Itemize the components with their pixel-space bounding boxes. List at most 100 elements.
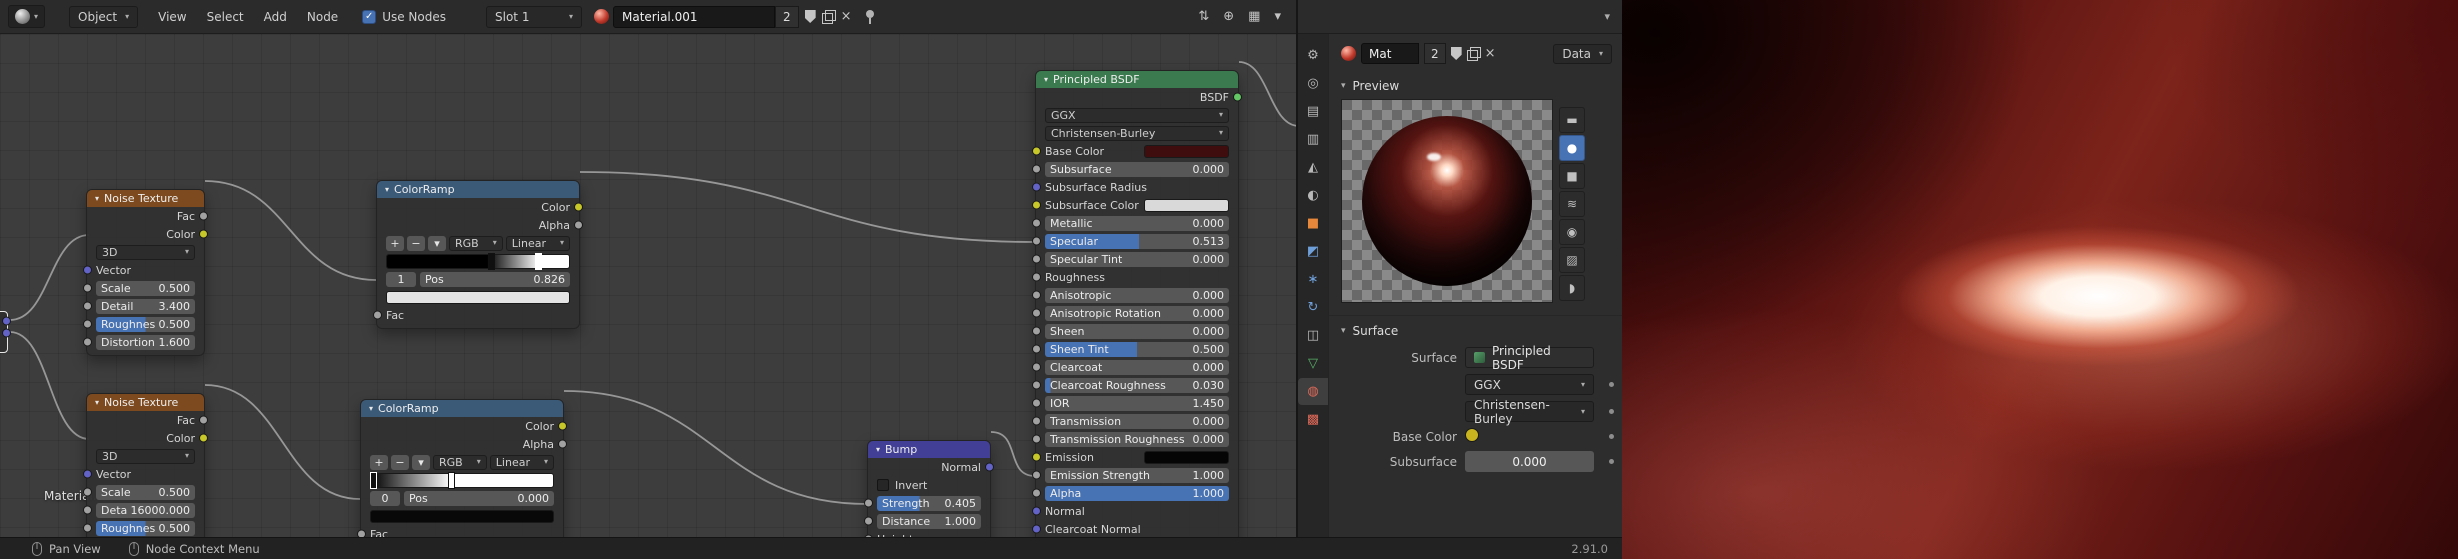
socket[interactable] [1032,344,1041,354]
node-canvas[interactable]: Material.001 ▾ Noise Texture Fac Color 3D ▾ Ve… [0,34,1296,537]
value-slider[interactable]: Sheen 0.000 [1045,323,1229,339]
socket[interactable] [1032,380,1041,390]
socket[interactable] [1032,164,1041,174]
number-field[interactable]: Detail16000.000 [96,502,195,518]
users-count-badge[interactable]: 2 [775,5,799,28]
node-header[interactable]: ▾ ColorRamp [361,400,563,417]
socket[interactable] [1032,470,1041,480]
unlink-button[interactable]: × [841,9,852,24]
number-field[interactable]: Distortion 1.600 [96,334,195,350]
menu-add[interactable]: Add [254,6,297,28]
animate-dot[interactable] [1608,382,1614,387]
number-field[interactable]: Emission Strength 1.000 [1045,467,1229,483]
socket[interactable] [199,211,208,221]
socket[interactable] [558,421,567,431]
surface-shader-button[interactable]: Principled BSDF [1465,344,1594,372]
socket[interactable] [1032,254,1041,264]
material-icon[interactable] [1341,46,1356,61]
socket[interactable] [558,439,567,449]
ramp-handle[interactable] [535,252,543,270]
checkbox[interactable] [877,479,889,491]
node-header[interactable]: ▾ Noise Texture [87,190,204,207]
tab-output[interactable]: ▤ [1298,98,1328,125]
tab-view-layer[interactable]: ▥ [1298,126,1328,153]
tab-physics[interactable]: ↻ [1298,294,1328,321]
interpolation-dropdown[interactable]: Linear ▾ [489,454,554,470]
material-name-field[interactable]: Mat [1361,43,1419,64]
socket[interactable] [83,505,92,515]
socket[interactable] [1032,290,1041,300]
animate-dot[interactable] [1608,409,1614,414]
tab-render[interactable]: ◎ [1298,70,1328,97]
socket[interactable] [1032,416,1041,426]
remove-stop-button[interactable]: − [391,454,409,470]
node-header[interactable]: ▾ Bump [868,441,990,458]
socket[interactable] [199,229,208,239]
socket[interactable] [1032,524,1041,534]
socket[interactable] [574,202,583,212]
node-colorramp[interactable]: ▾ ColorRamp Color Alpha + − ▾ RGB ▾ Linear ▾ 0 Pos 0.… [357,399,567,537]
preview-fluid-button[interactable]: ◗ [1559,275,1585,301]
node-header[interactable]: ▾ Noise Texture [87,394,204,411]
menu-node[interactable]: Node [297,6,348,28]
ramp-handle[interactable] [487,252,495,270]
value-slider[interactable]: Alpha 1.000 [1045,485,1229,501]
value-slider[interactable]: Sheen Tint 0.500 [1045,341,1229,357]
dropdown[interactable]: 3D ▾ [96,448,195,464]
header-chevron-icon[interactable]: ▾ [1267,10,1288,23]
tab-modifiers[interactable]: ◩ [1298,238,1328,265]
menu-view[interactable]: View [148,6,196,28]
socket[interactable] [1032,200,1041,210]
number-field[interactable]: Scale 0.500 [96,280,195,296]
socket[interactable] [1032,182,1041,192]
value-slider[interactable]: Specular 0.513 [1045,233,1229,249]
index-field[interactable]: 1 [386,271,416,287]
color-swatch[interactable] [386,290,570,304]
socket[interactable] [1233,92,1242,102]
new-material-button[interactable] [821,10,836,24]
tab-scene[interactable]: ◭ [1298,154,1328,181]
socket[interactable] [199,433,208,443]
socket[interactable] [1032,146,1041,156]
color-swatch[interactable] [1144,144,1229,158]
chevron-down-icon[interactable]: ▾ [1604,11,1610,22]
socket[interactable] [83,487,92,497]
socket[interactable] [1032,362,1041,372]
position-field[interactable]: Pos 0.000 [404,490,554,506]
node-header[interactable]: ▾ Principled BSDF [1036,71,1238,88]
use-nodes-checkbox[interactable]: ✓ Use Nodes [362,9,446,24]
pin-icon[interactable] [864,9,876,24]
partial-node[interactable] [0,311,11,353]
socket[interactable] [199,415,208,425]
preview-shaderball-button[interactable]: ◉ [1559,219,1585,245]
colorramp-gradient[interactable] [386,252,570,270]
socket[interactable] [1032,488,1041,498]
fake-user-button[interactable] [804,10,816,23]
socket[interactable] [1032,326,1041,336]
color-mode-dropdown[interactable]: RGB ▾ [433,454,487,470]
socket[interactable] [985,462,994,472]
unlink-icon[interactable]: × [1485,46,1496,61]
socket[interactable] [864,498,873,508]
material-name-field[interactable]: Material.001 [613,5,776,28]
socket[interactable] [1032,218,1041,228]
value-slider[interactable]: Anisotropic 0.000 [1045,287,1229,303]
tab-particles[interactable]: ∗ [1298,266,1328,293]
value-slider[interactable]: Transmission Roughness 0.000 [1045,431,1229,447]
preview-hair-button[interactable]: ≋ [1559,191,1585,217]
color-mode-dropdown[interactable]: RGB ▾ [449,235,503,251]
dropdown[interactable]: GGX ▾ [1045,107,1229,123]
socket[interactable] [83,283,92,293]
node-header[interactable]: ▾ ColorRamp [377,181,579,198]
editor-type-button[interactable]: ▾ [8,5,46,28]
node-noise-texture[interactable]: ▾ Noise Texture Fac Color 3D ▾ Vector Scale 0.50… [83,393,208,537]
animate-dot[interactable] [1608,434,1614,439]
preview-section-header[interactable]: ▾ Preview [1329,71,1622,99]
value-slider[interactable]: Strength 0.405 [877,495,981,511]
snap-icon[interactable]: ⊕ [1216,9,1241,24]
color-swatch[interactable] [1144,198,1229,212]
number-field[interactable]: Scale 0.500 [96,484,195,500]
tab-constraints[interactable]: ◫ [1298,322,1328,349]
socket[interactable] [2,316,11,326]
number-field[interactable]: Distance 1.000 [877,513,981,529]
